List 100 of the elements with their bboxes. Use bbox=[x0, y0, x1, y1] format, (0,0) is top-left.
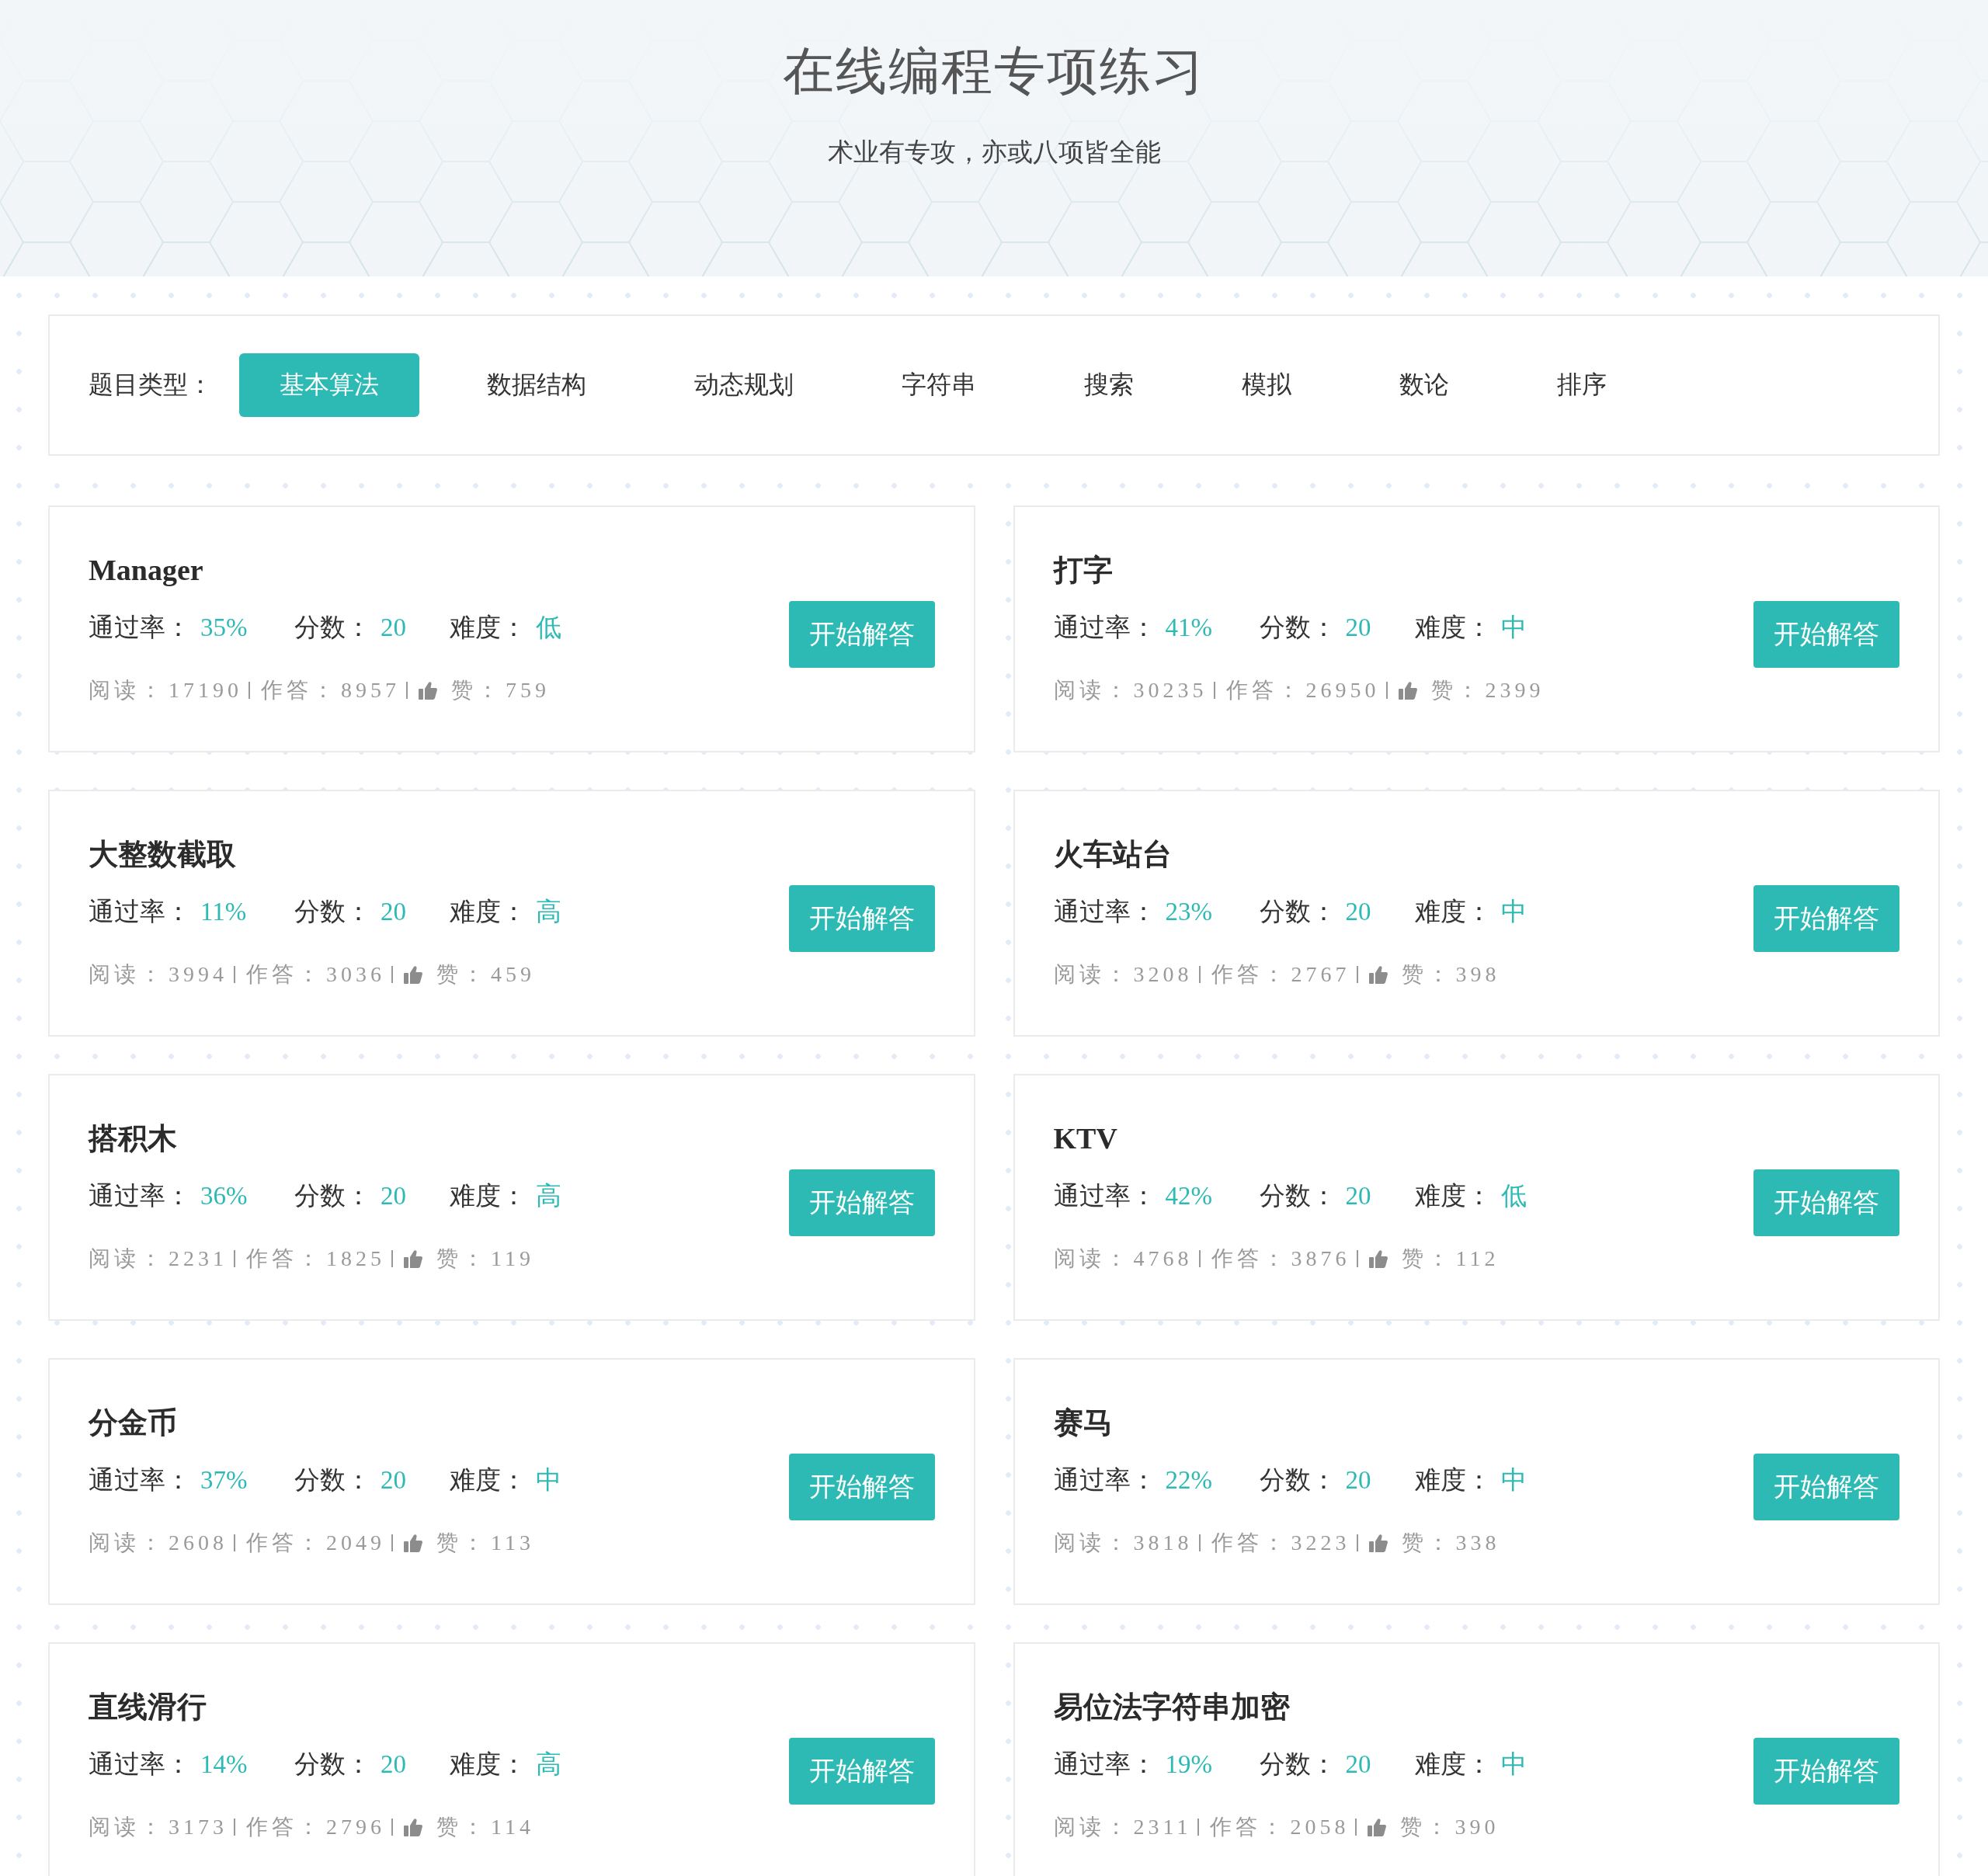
stat-value: 20 bbox=[1345, 613, 1371, 642]
stat-value: 20 bbox=[381, 1749, 406, 1779]
meta-value: 390 bbox=[1455, 1815, 1500, 1840]
stat-value: 高 bbox=[536, 1180, 561, 1211]
meta-value: 398 bbox=[1455, 962, 1500, 987]
stat-value: 20 bbox=[1345, 1749, 1371, 1779]
category-tab[interactable]: 数据结构 bbox=[447, 353, 627, 417]
meta-label: 阅读： bbox=[89, 1530, 165, 1556]
thumbs-up-icon bbox=[404, 965, 422, 984]
stat-label: 通过率： bbox=[1053, 612, 1156, 643]
stat-value: 37% bbox=[200, 1465, 248, 1495]
page-title: 在线编程专项练习 bbox=[783, 42, 1205, 101]
stat-label: 难度： bbox=[450, 612, 527, 643]
stat-value: 高 bbox=[536, 896, 561, 927]
meta-value: 2049 bbox=[326, 1530, 385, 1555]
meta-value: 3818 bbox=[1133, 1530, 1193, 1555]
category-tab[interactable]: 字符串 bbox=[861, 353, 1017, 417]
stat-value: 低 bbox=[536, 612, 561, 643]
thumbs-up-icon bbox=[1368, 1534, 1388, 1552]
meta-value: 112 bbox=[1455, 1246, 1500, 1271]
meta-label: 作答： bbox=[1225, 677, 1303, 704]
stat-label: 分数： bbox=[1259, 1180, 1336, 1211]
start-button[interactable]: 开始解答 bbox=[788, 1169, 935, 1236]
meta-label: 阅读： bbox=[89, 961, 165, 988]
stat-value: 22% bbox=[1165, 1465, 1212, 1495]
meta-label: 阅读： bbox=[1053, 677, 1131, 704]
meta-label: 赞： bbox=[436, 1530, 488, 1556]
category-tab[interactable]: 模拟 bbox=[1201, 353, 1332, 417]
start-button[interactable]: 开始解答 bbox=[788, 601, 935, 668]
start-button[interactable]: 开始解答 bbox=[788, 1738, 935, 1805]
stat-value: 中 bbox=[1500, 612, 1527, 643]
start-button[interactable]: 开始解答 bbox=[788, 885, 935, 952]
start-button[interactable]: 开始解答 bbox=[788, 1454, 935, 1520]
meta-label: 赞： bbox=[436, 961, 488, 988]
stat-value: 中 bbox=[1500, 896, 1527, 927]
meta-label: 作答： bbox=[246, 1245, 323, 1272]
meta-label: 赞： bbox=[436, 1814, 488, 1840]
meta-value: 2311 bbox=[1133, 1815, 1192, 1840]
stat-label: 难度： bbox=[1414, 1180, 1492, 1211]
stat-label: 分数： bbox=[294, 1180, 371, 1211]
meta-value: 759 bbox=[506, 678, 550, 703]
problem-title: 打字 bbox=[1053, 553, 1114, 588]
problem-title: 分金币 bbox=[89, 1405, 178, 1440]
stat-label: 难度： bbox=[450, 1180, 527, 1211]
stat-value: 20 bbox=[381, 1465, 406, 1495]
meta-value: 30235 bbox=[1133, 678, 1208, 703]
problem-title: 大整数截取 bbox=[89, 837, 237, 872]
thumbs-up-icon bbox=[1368, 1818, 1387, 1836]
stat-label: 分数： bbox=[294, 896, 371, 927]
meta-value: 2231 bbox=[169, 1246, 228, 1271]
stat-label: 分数： bbox=[1259, 1749, 1336, 1780]
stat-label: 难度： bbox=[450, 896, 527, 927]
meta-label: 赞： bbox=[436, 1245, 488, 1272]
start-button[interactable]: 开始解答 bbox=[1753, 601, 1899, 668]
stat-value: 11% bbox=[200, 897, 247, 926]
stat-value: 20 bbox=[1345, 897, 1371, 926]
stat-value: 19% bbox=[1165, 1749, 1212, 1779]
stat-value: 20 bbox=[381, 897, 406, 926]
meta-label: 赞： bbox=[1430, 677, 1482, 704]
start-button[interactable]: 开始解答 bbox=[1753, 1454, 1899, 1520]
problem-title: 赛马 bbox=[1053, 1405, 1114, 1440]
meta-value: 459 bbox=[491, 962, 535, 987]
page-subtitle: 术业有专攻，亦或八项皆全能 bbox=[827, 137, 1161, 168]
stat-value: 36% bbox=[200, 1181, 248, 1211]
stat-label: 通过率： bbox=[1053, 1749, 1156, 1780]
thumbs-up-icon bbox=[419, 681, 437, 700]
meta-label: 作答： bbox=[1210, 1814, 1288, 1840]
stat-value: 高 bbox=[536, 1749, 561, 1780]
meta-value: 3876 bbox=[1291, 1246, 1350, 1271]
stat-label: 通过率： bbox=[89, 896, 191, 927]
meta-value: 119 bbox=[491, 1246, 534, 1271]
start-button[interactable]: 开始解答 bbox=[1753, 885, 1899, 952]
meta-value: 2796 bbox=[326, 1815, 385, 1840]
thumbs-up-icon bbox=[404, 1818, 422, 1836]
thumbs-up-icon bbox=[404, 1249, 422, 1268]
stat-label: 难度： bbox=[1414, 1464, 1492, 1496]
thumbs-up-icon bbox=[1398, 681, 1417, 700]
meta-value: 2608 bbox=[169, 1530, 228, 1555]
category-tab[interactable]: 基本算法 bbox=[239, 353, 419, 417]
meta-value: 3036 bbox=[326, 962, 385, 987]
meta-label: 作答： bbox=[246, 1530, 323, 1556]
stat-label: 通过率： bbox=[89, 612, 191, 643]
stat-value: 35% bbox=[200, 613, 248, 642]
category-tab[interactable]: 搜索 bbox=[1044, 353, 1174, 417]
filter-label: 题目类型： bbox=[89, 370, 213, 400]
stat-label: 难度： bbox=[450, 1464, 527, 1496]
stat-label: 分数： bbox=[1259, 1464, 1336, 1496]
stat-label: 通过率： bbox=[1053, 1464, 1156, 1496]
stat-label: 难度： bbox=[450, 1749, 527, 1780]
meta-value: 2767 bbox=[1291, 962, 1350, 987]
category-tab[interactable]: 排序 bbox=[1517, 353, 1647, 417]
category-tab[interactable]: 数论 bbox=[1359, 353, 1489, 417]
category-tab[interactable]: 动态规划 bbox=[654, 353, 834, 417]
meta-value: 4768 bbox=[1133, 1246, 1193, 1271]
start-button[interactable]: 开始解答 bbox=[1753, 1738, 1899, 1805]
meta-value: 114 bbox=[491, 1815, 534, 1840]
meta-value: 8957 bbox=[341, 678, 400, 703]
meta-label: 阅读： bbox=[89, 1814, 165, 1840]
stat-label: 分数： bbox=[294, 1749, 371, 1780]
start-button[interactable]: 开始解答 bbox=[1753, 1169, 1899, 1236]
